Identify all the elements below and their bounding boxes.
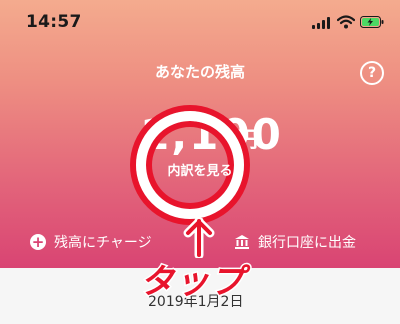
status-bar: 14:57 <box>0 0 400 44</box>
plus-icon: + <box>30 233 46 251</box>
status-time: 14:57 <box>26 12 82 32</box>
help-icon[interactable]: ? <box>360 61 384 85</box>
withdraw-to-bank-label: 銀行口座に出金 <box>258 235 356 251</box>
view-breakdown-link[interactable]: 内訳を見る <box>150 160 250 179</box>
tap-annotation-label: タップ <box>139 261 246 304</box>
charge-balance-label: 残高にチャージ <box>54 235 152 251</box>
wallet-screen: 14:57 あなたの残高 ? 1,100 円 内訳を見る + 残高にチャージ 銀… <box>0 0 400 324</box>
charge-balance-button[interactable]: + 残高にチャージ <box>30 232 152 252</box>
battery-charging-icon <box>360 16 384 28</box>
signal-icon <box>312 17 330 29</box>
balance-title: あなたの残高 <box>154 63 245 81</box>
wifi-icon <box>337 15 355 29</box>
bank-icon <box>234 234 250 250</box>
withdraw-to-bank-button[interactable]: 銀行口座に出金 <box>234 232 356 252</box>
arrow-up-icon <box>183 218 215 258</box>
